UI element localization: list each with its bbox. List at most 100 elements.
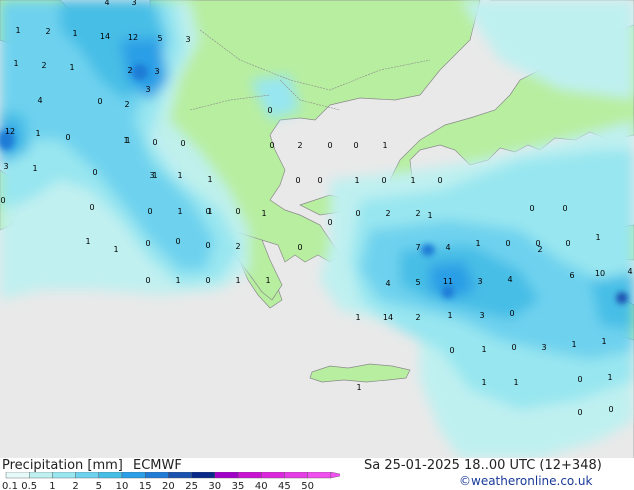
precip-value-label: 2	[537, 245, 542, 254]
precip-value-label: 1	[85, 237, 90, 246]
precip-value-label: 2	[235, 242, 240, 251]
precip-value-label: 1	[475, 239, 480, 248]
precip-value-label: 0	[608, 405, 613, 414]
precip-value-label: 0	[0, 196, 5, 205]
precip-value-label: 2	[41, 61, 46, 70]
precip-value-label: 7	[415, 243, 420, 252]
precip-value-label: 1	[571, 340, 576, 349]
precip-value-label: 0	[509, 309, 514, 318]
precip-value-label: 1	[447, 311, 452, 320]
colorbar-tick-label: 30	[208, 481, 221, 490]
precip-value-label: 0	[89, 203, 94, 212]
colorbar-tick-label: 5	[96, 481, 102, 490]
precip-value-label: 0	[145, 239, 150, 248]
precip-value-label: 1	[69, 63, 74, 72]
precip-value-label: 1	[113, 245, 118, 254]
precip-value-label: 1	[15, 26, 20, 35]
precip-value-label: 5	[415, 278, 420, 287]
precip-value-label: 1	[235, 276, 240, 285]
colorbar-swatch	[168, 472, 192, 479]
precip-value-label: 0	[267, 106, 272, 115]
legend-timestamp: Sa 25-01-2025 18..00 UTC (12+348)	[364, 458, 602, 473]
legend-model: ECMWF	[133, 458, 182, 473]
colorbar-ticks: 0.1 0.5 1 2 5 10 15 20 25 30 35 40 45 50	[2, 481, 314, 490]
colorbar-tick-label: 15	[139, 481, 152, 490]
precip-value-label: 0	[205, 241, 210, 250]
precip-value-label: 1	[207, 175, 212, 184]
colorbar-tick-label: 35	[232, 481, 245, 490]
precip-value-label: 14	[383, 313, 393, 322]
colorbar-swatch	[237, 472, 262, 479]
precip-value-label: 0	[180, 139, 185, 148]
colorbar: 0.1 0.5 1 2 5 10 15 20 25 30 35 40 45 50	[2, 472, 340, 490]
colorbar-swatches	[5, 472, 340, 479]
precip-value-label: 1	[13, 59, 18, 68]
precip-value-label: 1	[261, 209, 266, 218]
precip-value-label: 0	[353, 141, 358, 150]
colorbar-swatch	[52, 472, 76, 479]
precip-value-label: 0	[529, 204, 534, 213]
precip-value-label: 0	[511, 343, 516, 352]
precipitation-map: 1 2 1 14 12 5 34 31 2 1 2 334 0 212 13 10 1 03 1010 0 2 0 0 100…	[0, 0, 634, 458]
precip-value-label: 0	[295, 176, 300, 185]
precip-value-label: 2	[415, 313, 420, 322]
precip-value-label: 4	[445, 243, 450, 252]
precip-value-label: 14	[100, 32, 110, 41]
precip-value-label: 4	[37, 96, 42, 105]
colorbar-tick-label: 0.1	[2, 481, 18, 490]
precip-value-label: 0	[97, 97, 102, 106]
precip-value-label: 0	[381, 176, 386, 185]
colorbar-swatch	[29, 472, 53, 479]
colorbar-tick-label: 0.5	[21, 481, 37, 490]
colorbar-tick-label: 40	[255, 481, 268, 490]
precip-value-label: 2	[124, 100, 129, 109]
precip-value-label: 3	[185, 35, 190, 44]
colorbar-swatch	[5, 472, 30, 479]
precip-value-label: 3	[154, 67, 159, 76]
precip-value-label: 1	[382, 141, 387, 150]
colorbar-swatch	[284, 472, 308, 479]
precip-value-label: 2	[127, 66, 132, 75]
precip-value-label: 2	[45, 27, 50, 36]
precip-value-label: 1	[607, 373, 612, 382]
colorbar-tick-label: 1	[49, 481, 55, 490]
precip-value-label: 0	[205, 207, 210, 216]
colorbar-swatch	[191, 472, 216, 479]
precip-value-label: 0	[327, 218, 332, 227]
precip-value-label: 2	[385, 209, 390, 218]
precip-value-label: 1	[355, 313, 360, 322]
colorbar-swatch	[75, 472, 99, 479]
precip-value-label: 0	[145, 276, 150, 285]
precip-value-label: 5	[157, 34, 162, 43]
precip-value-label: 0	[449, 346, 454, 355]
precip-value-label: 6	[569, 271, 574, 280]
precip-value-label: 1	[595, 233, 600, 242]
precip-value-label: 3	[3, 162, 8, 171]
precip-value-label: 4	[104, 0, 109, 7]
precip-value-label: 0	[577, 375, 582, 384]
precip-value-label: 1	[356, 383, 361, 392]
precip-value-label: 0	[505, 239, 510, 248]
precip-value-label: 1	[410, 176, 415, 185]
precip-value-label: 0	[175, 237, 180, 246]
colorbar-tick-label: 20	[162, 481, 175, 490]
precip-value-label: 12	[128, 33, 138, 42]
precip-value-label: 1	[35, 129, 40, 138]
precip-value-label: 1	[152, 171, 157, 180]
colorbar-tick-label: 50	[301, 481, 314, 490]
colorbar-overflow-arrow	[330, 472, 340, 479]
precip-value-label: 0	[437, 176, 442, 185]
precip-value-label: 3	[541, 343, 546, 352]
precip-value-label: 0	[269, 141, 274, 150]
precip-value-label: 12	[5, 127, 15, 136]
precip-value-label: 1	[265, 276, 270, 285]
precip-value-label: 1	[481, 345, 486, 354]
precip-value-label: 11	[443, 277, 453, 286]
colorbar-tick-label: 10	[116, 481, 129, 490]
precip-value-label: 1	[175, 276, 180, 285]
precip-value-label: 0	[317, 176, 322, 185]
precip-value-label: 10	[595, 269, 605, 278]
credit-text: ©weatheronline.co.uk	[459, 474, 593, 488]
colorbar-swatch	[98, 472, 123, 479]
precip-value-label: 1	[481, 378, 486, 387]
